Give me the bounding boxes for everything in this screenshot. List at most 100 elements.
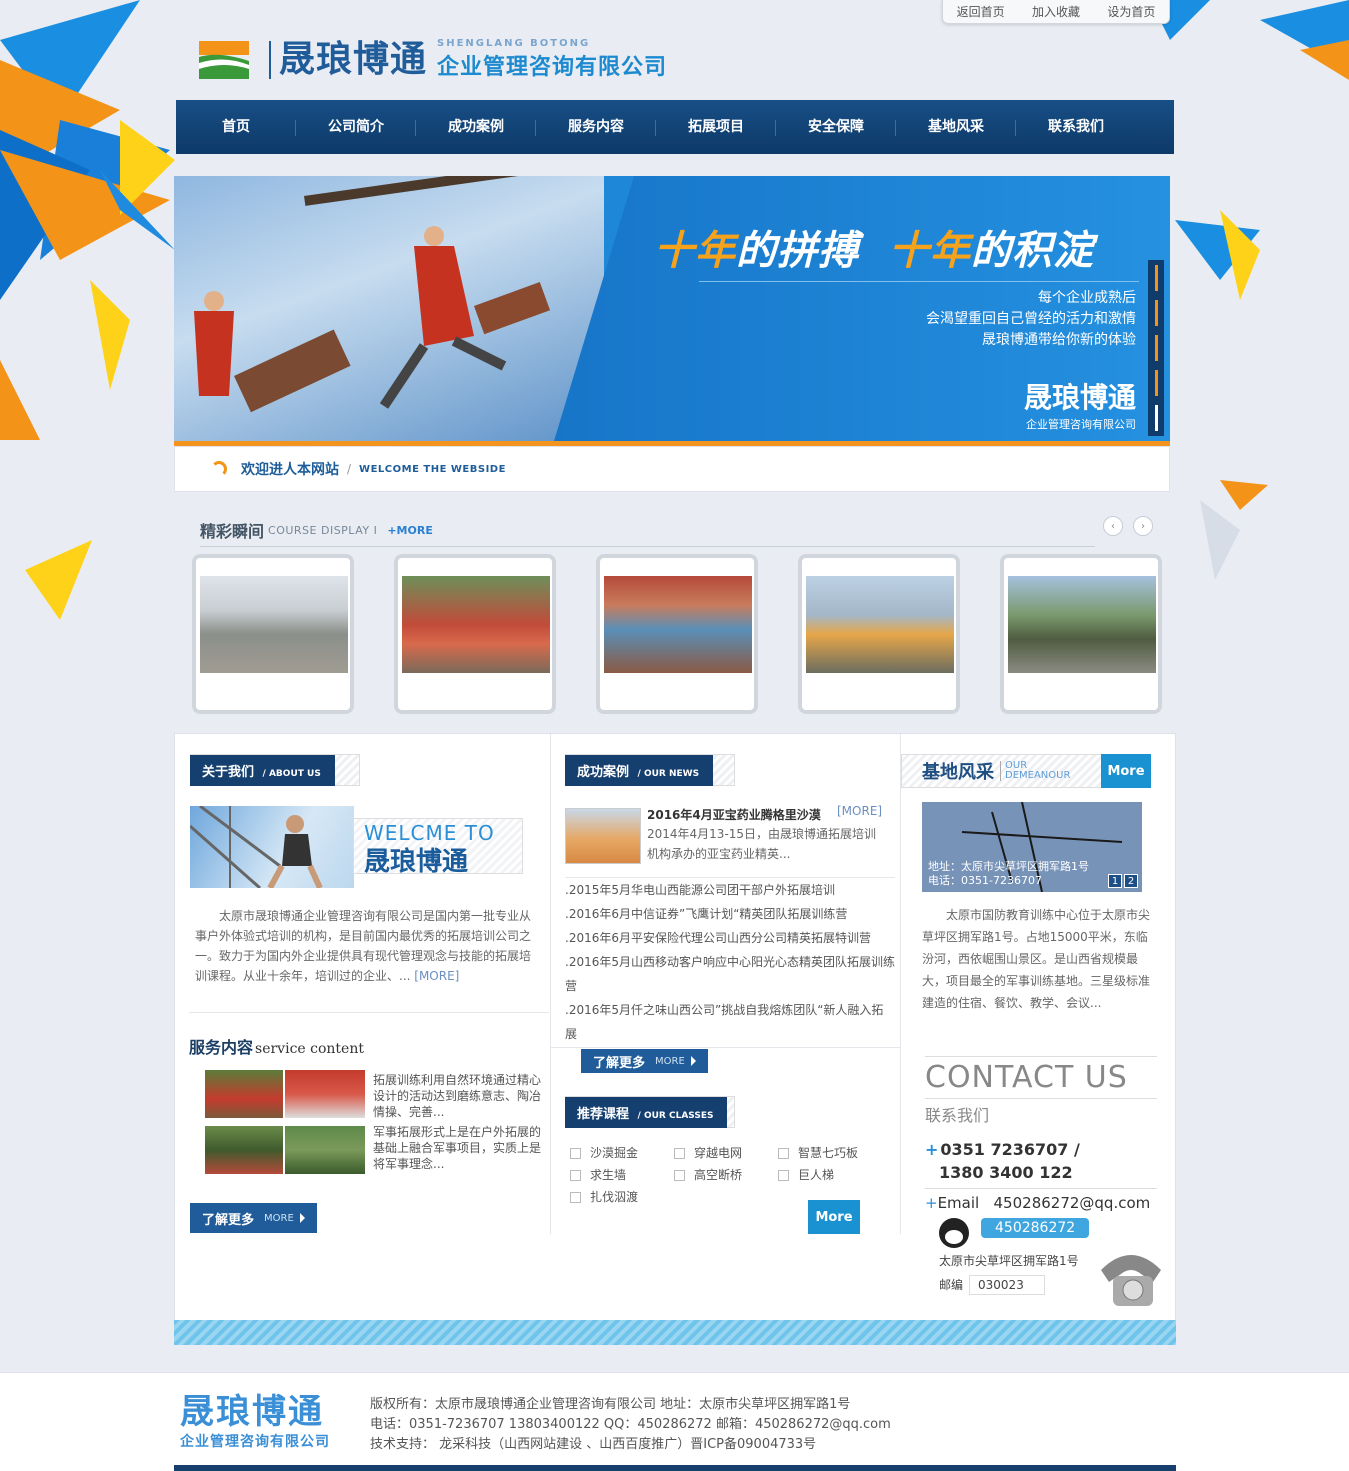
nav-success-cases[interactable]: 成功案例: [416, 100, 536, 154]
next-arrow-icon[interactable]: ›: [1133, 516, 1153, 536]
gallery-more-link[interactable]: +MORE: [387, 524, 433, 537]
section-divider: [550, 1047, 900, 1048]
gallery-photo: [200, 576, 348, 673]
divider: [925, 1188, 1157, 1189]
banner-divider: [699, 281, 1139, 282]
footer: 晟琅博通 企业管理咨询有限公司 版权所有：太原市晟琅博通企业管理咨询有限公司 地…: [0, 1372, 1349, 1471]
nav-home[interactable]: 首页: [176, 100, 296, 154]
qq-badge[interactable]: 450286272: [981, 1218, 1090, 1238]
news-list: .2015年5月华电山西能源公司团干部户外拓展培训 .2016年6月中信证券”飞…: [565, 877, 895, 1046]
gallery-photo: [1008, 576, 1156, 673]
column-divider: [550, 734, 551, 1234]
banner-slogan: 十年的拼搏 十年的积淀: [654, 228, 1094, 274]
footer-logo: 晟琅博通 企业管理咨询有限公司: [180, 1392, 330, 1450]
logo-mark-icon: [199, 40, 249, 79]
about-more-link[interactable]: [MORE]: [414, 969, 459, 983]
gallery-item[interactable]: [798, 554, 960, 714]
classes-list: 沙漠掘金 穿越电网 智慧七巧板 求生墙 高空断桥 巨人梯 扎伐泅渡: [570, 1144, 890, 1206]
contact-phone: +0351 7236707 / 1380 3400 122: [925, 1140, 1080, 1182]
gallery-photo: [402, 576, 550, 673]
gallery-item[interactable]: [394, 554, 556, 714]
news-item[interactable]: .2016年5月山西移动客户响应中心阳光心态精英团队拓展训练营: [565, 950, 895, 998]
nav-projects[interactable]: 拓展项目: [656, 100, 776, 154]
banner-dot[interactable]: [1154, 334, 1158, 361]
welcome-bar: 欢迎进人本网站 / WELCOME THE WEBSIDE: [174, 446, 1170, 492]
service-more-button[interactable]: 了解更多 MORE: [190, 1203, 317, 1233]
stripe-bar: [174, 1320, 1176, 1345]
top-links: 返回首页 加入收藏 设为首页: [942, 0, 1170, 24]
service-photo: [205, 1070, 283, 1118]
banner-photo: [174, 176, 604, 441]
service-photo: [285, 1070, 365, 1118]
back-home-link[interactable]: 返回首页: [957, 3, 1005, 20]
contact-box: CONTACT US 联系我们 +0351 7236707 / 1380 340…: [901, 1054, 1177, 1346]
footer-contact: 电话：0351-7236707 13803400122 QQ：450286272…: [370, 1417, 891, 1432]
service-text-2: 军事拓展形式上是在户外拓展的基础上融合军事项目，实质上是将军事理念...: [373, 1125, 542, 1171]
contact-postcode: 邮编 030023: [939, 1275, 1045, 1295]
set-homepage-link[interactable]: 设为首页: [1107, 3, 1155, 20]
gallery-item[interactable]: [1000, 554, 1162, 714]
slide-2-button[interactable]: 2: [1124, 874, 1138, 888]
hero-banner[interactable]: 十年的拼搏 十年的积淀 每个企业成熟后 会渴望重回自己曾经的活力和激情 晟琅博通…: [174, 176, 1170, 446]
class-item[interactable]: 穿越电网: [674, 1144, 778, 1162]
prev-arrow-icon[interactable]: ‹: [1103, 516, 1123, 536]
contact-title-en: CONTACT US: [925, 1060, 1128, 1095]
news-item[interactable]: .2015年5月华电山西能源公司团干部户外拓展培训: [565, 878, 895, 902]
nav-contact[interactable]: 联系我们: [1016, 100, 1136, 154]
class-item[interactable]: 沙漠掘金: [570, 1144, 674, 1162]
add-favorite-link[interactable]: 加入收藏: [1032, 3, 1080, 20]
divider: [925, 1056, 1157, 1057]
logo-sub: 企业管理咨询有限公司: [437, 55, 668, 80]
slide-1-button[interactable]: 1: [1108, 874, 1122, 888]
news-more-button[interactable]: 了解更多 MORE: [581, 1049, 708, 1073]
qq-penguin-icon: [939, 1218, 969, 1248]
contact-address: 太原市尖草坪区拥军路1号: [939, 1254, 1079, 1268]
gallery-header: 精彩瞬间 COURSE DISPLAY I +MORE: [200, 518, 1095, 547]
news-feature-photo: [565, 808, 641, 864]
class-item[interactable]: 求生墙: [570, 1166, 674, 1184]
base-photo[interactable]: 地址：太原市尖草坪区拥军路1号 电话：0351-7236707 1 2: [922, 802, 1142, 892]
base-text: 太原市国防教育训练中心位于太原市尖草坪区拥军路1号。占地15000平米，东临汾河…: [922, 908, 1151, 1010]
gallery-photo: [604, 576, 752, 673]
about-photo: [189, 804, 354, 890]
news-feature-title[interactable]: 2016年4月亚宝药业腾格里沙漠: [647, 806, 821, 823]
class-item[interactable]: 高空断桥: [674, 1166, 778, 1184]
news-item[interactable]: .2016年5月仟之味山西公司”挑战自我熔炼团队“新人融入拓展: [565, 998, 895, 1046]
news-feature-desc: 2014年4月13-15日，由晟琅博通拓展培训机构承办的亚宝药业精英...: [647, 827, 877, 861]
banner-pager[interactable]: [1148, 260, 1164, 436]
news-feature-more[interactable]: [MORE]: [837, 804, 882, 818]
site-logo[interactable]: 晟琅博通 SHENGLANG BOTONG 企业管理咨询有限公司: [199, 38, 667, 81]
gallery-title: 精彩瞬间: [200, 522, 265, 541]
service-photo: [205, 1126, 283, 1174]
gallery-item[interactable]: [596, 554, 758, 714]
news-tag: 成功案例 / OUR NEWS: [565, 754, 735, 786]
nav-company-intro[interactable]: 公司简介: [296, 100, 416, 154]
welcome-sep: /: [347, 462, 352, 476]
class-item[interactable]: 智慧七巧板: [778, 1144, 882, 1162]
welcome-cn: 欢迎进人本网站: [241, 462, 339, 478]
welcome-en: WELCOME THE WEBSIDE: [359, 463, 506, 475]
banner-dot[interactable]: [1154, 370, 1158, 397]
contact-title-cn: 联系我们: [925, 1106, 990, 1125]
class-item[interactable]: 巨人梯: [778, 1166, 882, 1184]
banner-dot[interactable]: [1154, 299, 1158, 326]
news-item[interactable]: .2016年6月中信证券”飞鹰计划“精英团队拓展训练营: [565, 902, 895, 926]
main-nav: 首页 公司简介 成功案例 服务内容 拓展项目 安全保障 基地风采 联系我们: [176, 100, 1174, 154]
classes-more-button[interactable]: More: [808, 1200, 860, 1234]
service-title: 服务内容 service content: [189, 1038, 364, 1057]
arrow-right-icon: [690, 1056, 696, 1066]
footer-text: 版权所有：太原市晟琅博通企业管理咨询有限公司 地址：太原市尖草坪区拥军路1号 电…: [370, 1395, 891, 1455]
nav-services[interactable]: 服务内容: [536, 100, 656, 154]
base-more-button[interactable]: More: [1101, 754, 1151, 788]
nav-safety[interactable]: 安全保障: [776, 100, 896, 154]
gallery-photo: [806, 576, 954, 673]
banner-dot[interactable]: [1154, 264, 1158, 291]
banner-dot-active[interactable]: [1154, 405, 1158, 432]
gallery-item[interactable]: [192, 554, 354, 714]
section-divider: [189, 1012, 549, 1013]
main-content: 关于我们 / ABOUT US WELCME TO 晟琅博通 太原市晟琅博通企业…: [174, 733, 1176, 1345]
nav-base[interactable]: 基地风采: [896, 100, 1016, 154]
footer-support: 技术支持： 龙采科技（山西网站建设 、山西百度推广）晋ICP备09004733号: [370, 1437, 817, 1452]
news-item[interactable]: .2016年6月平安保险代理公司山西分公司精英拓展特训营: [565, 926, 895, 950]
class-item[interactable]: 扎伐泅渡: [570, 1188, 674, 1206]
